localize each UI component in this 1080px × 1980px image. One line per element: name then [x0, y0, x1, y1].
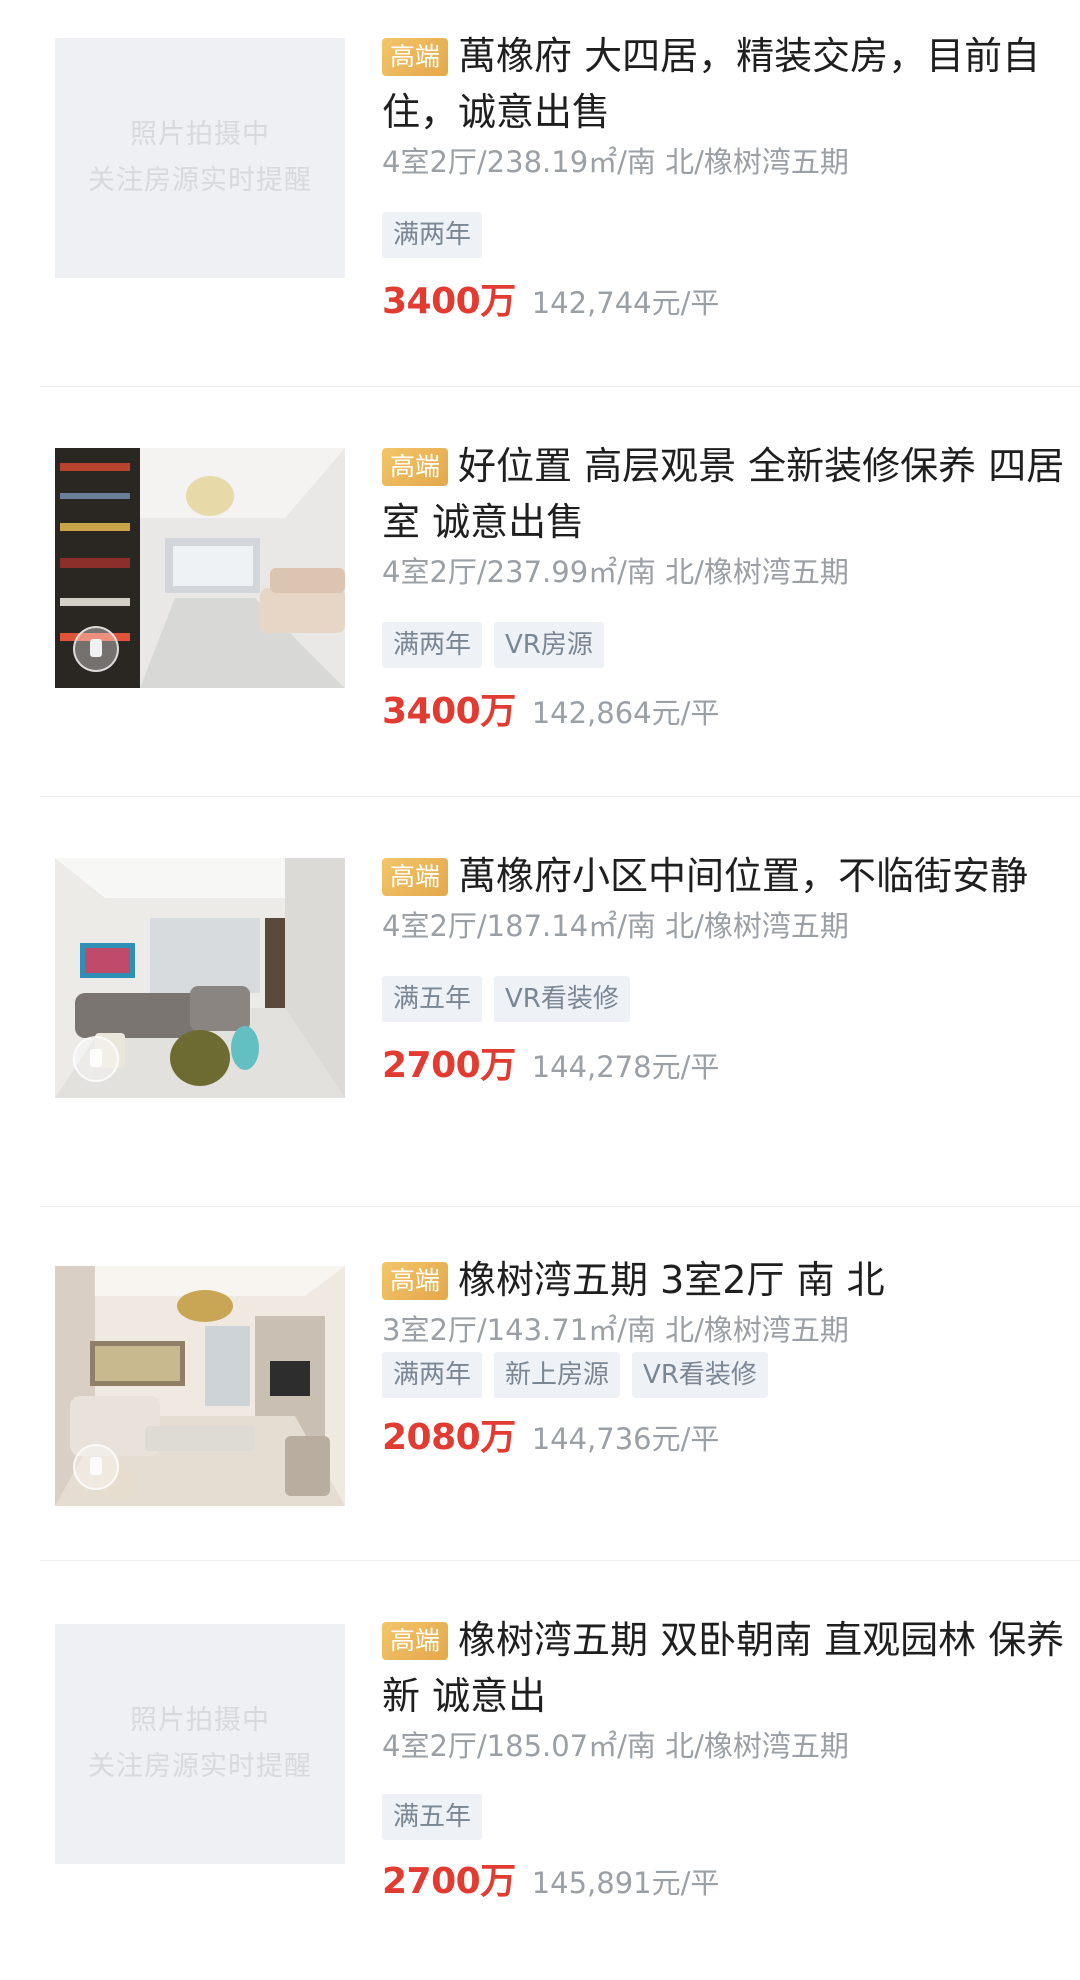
- photo-placeholder[interactable]: 照片拍摄中 关注房源实时提醒: [55, 38, 345, 278]
- listing-list: 照片拍摄中 关注房源实时提醒 高端 萬橡府 大四居，精装交房，目前自住，诚意出售 …: [0, 0, 1080, 1980]
- tag: 满两年: [382, 622, 483, 668]
- divider: [40, 796, 1080, 797]
- placeholder-line2: 关注房源实时提醒: [88, 165, 312, 196]
- premium-badge: 高端: [382, 38, 449, 76]
- vr-icon: [73, 1444, 119, 1490]
- premium-badge: 高端: [382, 448, 449, 486]
- listing-photo[interactable]: [55, 1266, 345, 1506]
- vr-icon: [73, 1036, 119, 1082]
- listing-meta: 4室2厅/185.07㎡/南 北/橡树湾五期: [382, 1729, 849, 1763]
- total-price: 2700万: [382, 1861, 516, 1902]
- tag: VR房源: [494, 622, 604, 668]
- unit-price: 144,278元/平: [531, 1050, 720, 1084]
- unit-price: 145,891元/平: [531, 1866, 720, 1900]
- placeholder-line1: 照片拍摄中: [130, 119, 270, 150]
- listing-meta: 4室2厅/238.19㎡/南 北/橡树湾五期: [382, 145, 849, 179]
- divider: [40, 386, 1080, 387]
- placeholder-line2: 关注房源实时提醒: [88, 1751, 312, 1782]
- tag: 新上房源: [494, 1352, 621, 1398]
- listing-title-text: 萬橡府小区中间位置，不临街安静: [458, 854, 1029, 898]
- vr-icon: [73, 626, 119, 672]
- unit-price: 142,744元/平: [531, 286, 720, 320]
- unit-price: 144,736元/平: [531, 1422, 720, 1456]
- tag: VR看装修: [494, 976, 630, 1022]
- premium-badge: 高端: [382, 858, 449, 896]
- premium-badge: 高端: [382, 1622, 449, 1660]
- tag: 满两年: [382, 212, 483, 258]
- listing-title[interactable]: 高端 橡树湾五期 3室2厅 南 北: [382, 1252, 1072, 1308]
- placeholder-line1: 照片拍摄中: [130, 1705, 270, 1736]
- listing-title[interactable]: 高端 好位置 高层观景 全新装修保养 四居室 诚意出售: [382, 438, 1072, 550]
- unit-price: 142,864元/平: [531, 696, 720, 730]
- divider: [40, 1560, 1080, 1561]
- tag: VR看装修: [632, 1352, 768, 1398]
- listing-photo[interactable]: [55, 858, 345, 1098]
- total-price: 2700万: [382, 1045, 516, 1086]
- total-price: 3400万: [382, 691, 516, 732]
- listing-title[interactable]: 高端 橡树湾五期 双卧朝南 直观园林 保养新 诚意出: [382, 1612, 1072, 1724]
- listing-title-text: 萬橡府 大四居，精装交房，目前自住，诚意出售: [382, 34, 1041, 134]
- divider: [40, 1206, 1080, 1207]
- listing-title-text: 好位置 高层观景 全新装修保养 四居室 诚意出售: [382, 444, 1065, 544]
- premium-badge: 高端: [382, 1262, 449, 1300]
- listing-title-text: 橡树湾五期 3室2厅 南 北: [458, 1258, 885, 1302]
- tag: 满五年: [382, 976, 483, 1022]
- listing-title-text: 橡树湾五期 双卧朝南 直观园林 保养新 诚意出: [382, 1618, 1065, 1718]
- total-price: 2080万: [382, 1417, 516, 1458]
- listing-meta: 4室2厅/237.99㎡/南 北/橡树湾五期: [382, 555, 849, 589]
- listing-title[interactable]: 高端 萬橡府 大四居，精装交房，目前自住，诚意出售: [382, 28, 1072, 140]
- tag: 满五年: [382, 1794, 483, 1840]
- listing-meta: 4室2厅/187.14㎡/南 北/橡树湾五期: [382, 909, 849, 943]
- photo-placeholder[interactable]: 照片拍摄中 关注房源实时提醒: [55, 1624, 345, 1864]
- listing-photo[interactable]: [55, 448, 345, 688]
- listing-title[interactable]: 高端 萬橡府小区中间位置，不临街安静: [382, 848, 1072, 904]
- total-price: 3400万: [382, 281, 516, 322]
- listing-meta: 3室2厅/143.71㎡/南 北/橡树湾五期: [382, 1313, 849, 1347]
- tag: 满两年: [382, 1352, 483, 1398]
